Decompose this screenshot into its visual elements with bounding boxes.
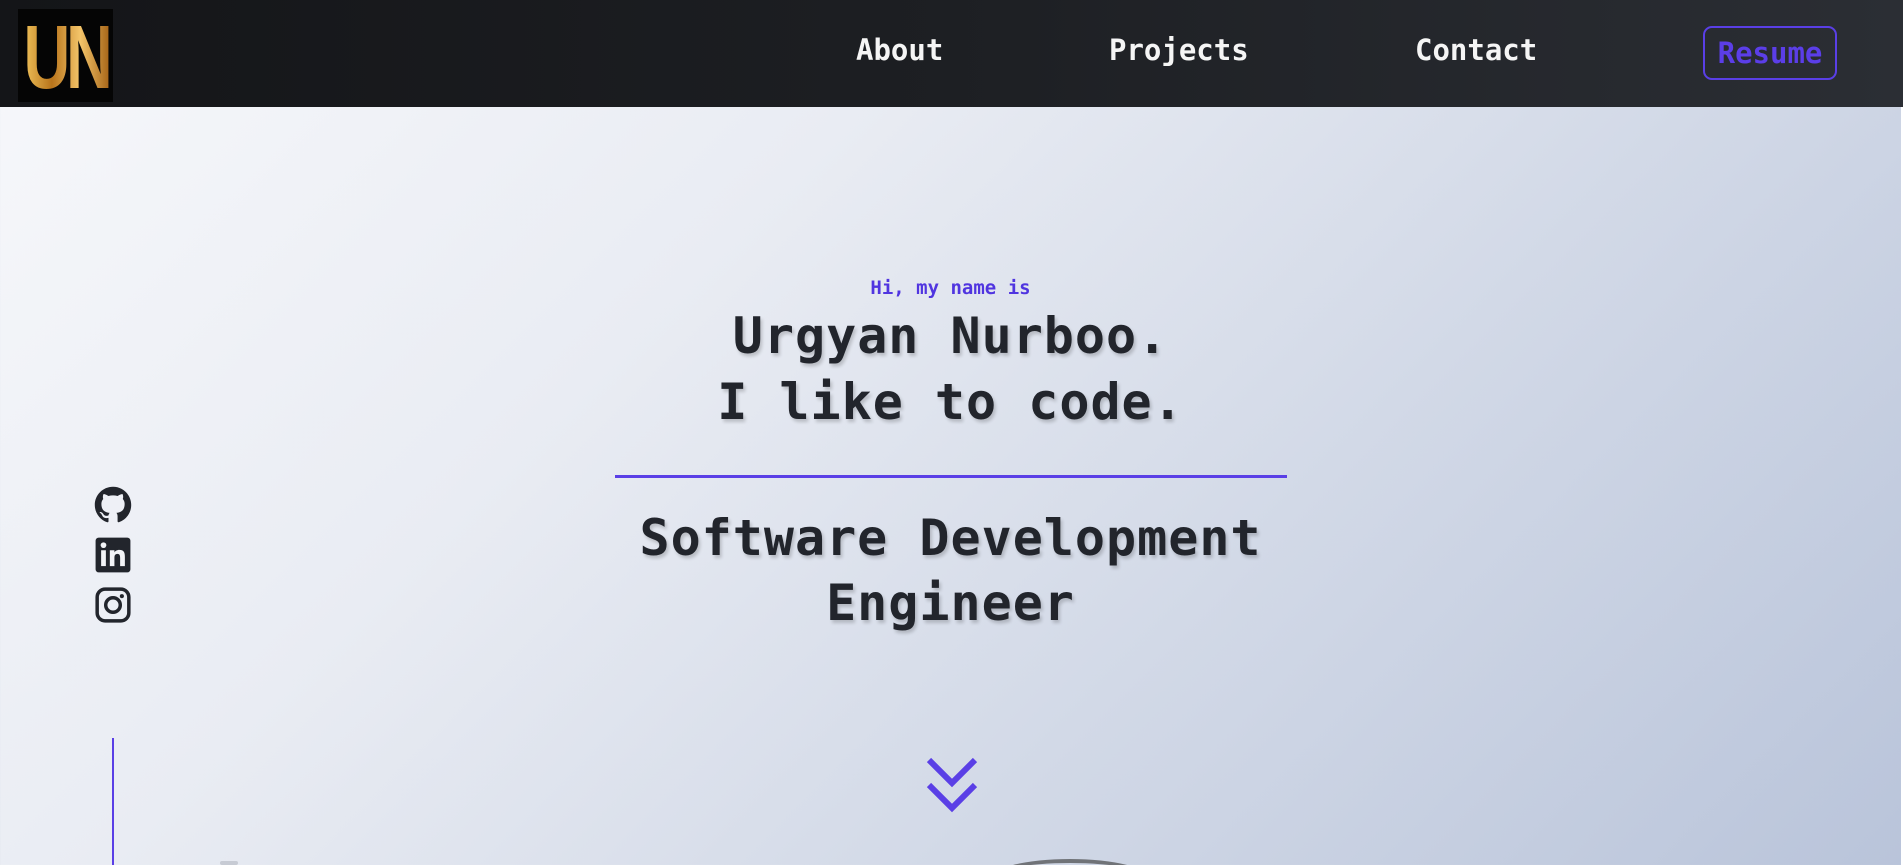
logo-text: UN xyxy=(23,7,112,108)
instagram-icon[interactable] xyxy=(94,586,132,624)
logo[interactable]: UN xyxy=(18,7,113,108)
hero-section: Hi, my name is Urgyan Nurboo. I like to … xyxy=(0,107,1901,865)
nav-link-about[interactable]: About xyxy=(856,33,943,67)
greeting-text: Hi, my name is xyxy=(870,277,1031,299)
hero-role-line-2: Engineer xyxy=(826,574,1075,632)
top-navbar: UN About Projects Contact Resume xyxy=(0,0,1903,107)
scroll-down-chevron-icon[interactable] xyxy=(924,755,980,817)
github-icon[interactable] xyxy=(94,486,132,524)
linkedin-icon[interactable] xyxy=(94,536,132,574)
hero-divider xyxy=(615,475,1287,478)
nav-link-projects[interactable]: Projects xyxy=(1109,33,1249,67)
resume-button[interactable]: Resume xyxy=(1703,26,1837,80)
hero-tagline: I like to code. xyxy=(717,373,1184,431)
social-vertical-line xyxy=(112,738,114,865)
bottom-tick-mark xyxy=(220,861,238,865)
hero-role-line-1: Software Development xyxy=(639,509,1262,567)
hero-name: Urgyan Nurboo. xyxy=(732,307,1169,365)
nav-link-contact[interactable]: Contact xyxy=(1415,33,1537,67)
bottom-decoration xyxy=(990,859,1150,865)
